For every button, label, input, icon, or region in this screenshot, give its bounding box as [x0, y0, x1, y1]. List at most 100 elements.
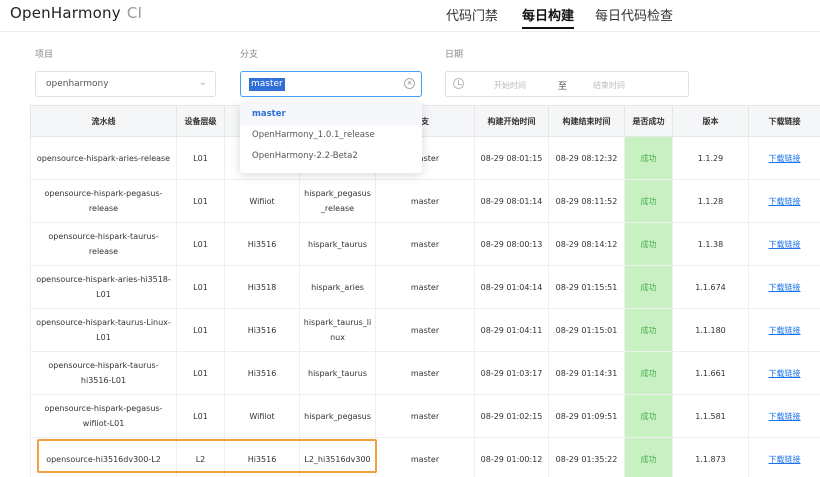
project-select-value: openharmony	[46, 79, 109, 89]
table-row: opensource-hispark-pegasus-release L01 W…	[30, 179, 820, 223]
download-link[interactable]: 下载链接	[769, 455, 801, 464]
top-bar: OpenHarmony CI 代码门禁 每日构建 每日代码检查	[0, 0, 820, 32]
clock-icon	[453, 78, 464, 89]
cell-download: 下载链接	[748, 437, 820, 477]
project-label: 项目	[35, 50, 54, 60]
cell-build-end: 08-29 01:09:51	[548, 394, 625, 438]
cell-success: 成功	[624, 394, 673, 438]
header-device-level: 设备层级	[176, 105, 225, 137]
cell-download: 下载链接	[748, 136, 820, 180]
branch-dropdown: master OpenHarmony_1.0.1_release OpenHar…	[240, 104, 422, 173]
cell-device-level: L01	[176, 136, 225, 180]
download-link[interactable]: 下载链接	[769, 283, 801, 292]
header-build-start: 构建开始时间	[474, 105, 549, 137]
cell-device-level: L2	[176, 437, 225, 477]
cell-board: Hi3516	[224, 222, 300, 266]
cell-download: 下载链接	[748, 308, 820, 352]
cell-product: hispark_taurus	[299, 351, 376, 395]
header-version: 版本	[672, 105, 749, 137]
cell-download: 下载链接	[748, 394, 820, 438]
cell-device-level: L01	[176, 394, 225, 438]
tab-code-gate[interactable]: 代码门禁	[446, 5, 498, 24]
dropdown-option-master[interactable]: master	[240, 104, 422, 125]
tab-daily-code-check[interactable]: 每日代码检查	[595, 5, 673, 24]
date-separator: 至	[558, 82, 568, 92]
header-build-end: 构建结束时间	[548, 105, 625, 137]
cell-device-level: L01	[176, 265, 225, 309]
cell-version: 1.1.38	[672, 222, 749, 266]
cell-board: Hi3516	[224, 308, 300, 352]
cell-branch: master	[375, 179, 475, 223]
cell-success: 成功	[624, 308, 673, 352]
cell-board: Hi3518	[224, 265, 300, 309]
date-start-input[interactable]: 开始时间	[494, 80, 526, 91]
download-link[interactable]: 下载链接	[769, 154, 801, 163]
cell-board: Hi3516	[224, 351, 300, 395]
clear-icon[interactable]: ×	[404, 78, 415, 89]
table-row: opensource-hispark-aries-release L01 mas…	[30, 136, 820, 180]
cell-build-start: 08-29 01:00:12	[474, 437, 549, 477]
cell-build-start: 08-29 08:00:13	[474, 222, 549, 266]
cell-version: 1.1.180	[672, 308, 749, 352]
cell-branch: master	[375, 222, 475, 266]
download-link[interactable]: 下载链接	[769, 240, 801, 249]
cell-download: 下载链接	[748, 179, 820, 223]
dropdown-option-release[interactable]: OpenHarmony_1.0.1_release	[240, 125, 422, 146]
brand-name: OpenHarmony	[10, 4, 121, 22]
date-range-picker[interactable]: 开始时间 至 结束时间	[445, 71, 689, 97]
download-link[interactable]: 下载链接	[769, 197, 801, 206]
brand-logo: OpenHarmony CI	[10, 4, 142, 22]
cell-build-start: 08-29 08:01:15	[474, 136, 549, 180]
cell-success: 成功	[624, 136, 673, 180]
download-link[interactable]: 下载链接	[769, 369, 801, 378]
header-download: 下载链接	[748, 105, 820, 137]
table-row: opensource-hispark-pegasus-wifiiot-L01 L…	[30, 394, 820, 438]
cell-download: 下载链接	[748, 265, 820, 309]
tab-daily-build[interactable]: 每日构建	[522, 5, 575, 29]
header-pipeline: 流水线	[30, 105, 177, 137]
cell-branch: master	[375, 351, 475, 395]
cell-download: 下载链接	[748, 351, 820, 395]
cell-device-level: L01	[176, 351, 225, 395]
dropdown-option-beta[interactable]: OpenHarmony-2.2-Beta2	[240, 146, 422, 167]
cell-build-start: 08-29 01:04:11	[474, 308, 549, 352]
cell-version: 1.1.674	[672, 265, 749, 309]
cell-branch: master	[375, 308, 475, 352]
cell-product: hispark_pegasus_release	[299, 179, 376, 223]
cell-build-end: 08-29 08:14:12	[548, 222, 625, 266]
cell-product: hispark_taurus_linux	[299, 308, 376, 352]
cell-pipeline: opensource-hispark-pegasus-release	[30, 179, 177, 223]
download-link[interactable]: 下载链接	[769, 412, 801, 421]
branch-input-value: master	[249, 78, 285, 91]
cell-branch: master	[375, 394, 475, 438]
cell-version: 1.1.29	[672, 136, 749, 180]
cell-device-level: L01	[176, 308, 225, 352]
table-row: opensource-hispark-taurus-release L01 Hi…	[30, 222, 820, 266]
branch-input[interactable]: master ×	[240, 71, 422, 97]
header-success: 是否成功	[624, 105, 673, 137]
cell-build-end: 08-29 08:12:32	[548, 136, 625, 180]
cell-build-start: 08-29 01:03:17	[474, 351, 549, 395]
cell-board: Wifiiot	[224, 179, 300, 223]
cell-build-end: 08-29 01:15:01	[548, 308, 625, 352]
project-select[interactable]: openharmony ⌄	[35, 71, 216, 97]
cell-pipeline: opensource-hispark-taurus-release	[30, 222, 177, 266]
cell-version: 1.1.581	[672, 394, 749, 438]
cell-product: hispark_taurus	[299, 222, 376, 266]
cell-success: 成功	[624, 179, 673, 223]
cell-pipeline: opensource-hispark-aries-hi3518-L01	[30, 265, 177, 309]
table-row: opensource-hispark-taurus-hi3516-L01 L01…	[30, 351, 820, 395]
cell-success: 成功	[624, 351, 673, 395]
download-link[interactable]: 下载链接	[769, 326, 801, 335]
cell-product: hispark_pegasus	[299, 394, 376, 438]
cell-success: 成功	[624, 222, 673, 266]
cell-build-end: 08-29 01:15:51	[548, 265, 625, 309]
cell-board: Hi3516	[224, 437, 300, 477]
date-end-input[interactable]: 结束时间	[593, 80, 625, 91]
cell-build-start: 08-29 01:04:14	[474, 265, 549, 309]
build-table: 流水线 设备层级 支 构建开始时间 构建结束时间 是否成功 版本 下载链接 op…	[30, 105, 820, 477]
cell-pipeline: opensource-hispark-taurus-hi3516-L01	[30, 351, 177, 395]
cell-branch: master	[375, 265, 475, 309]
cell-board: Wifiiot	[224, 394, 300, 438]
date-label: 日期	[445, 50, 464, 60]
